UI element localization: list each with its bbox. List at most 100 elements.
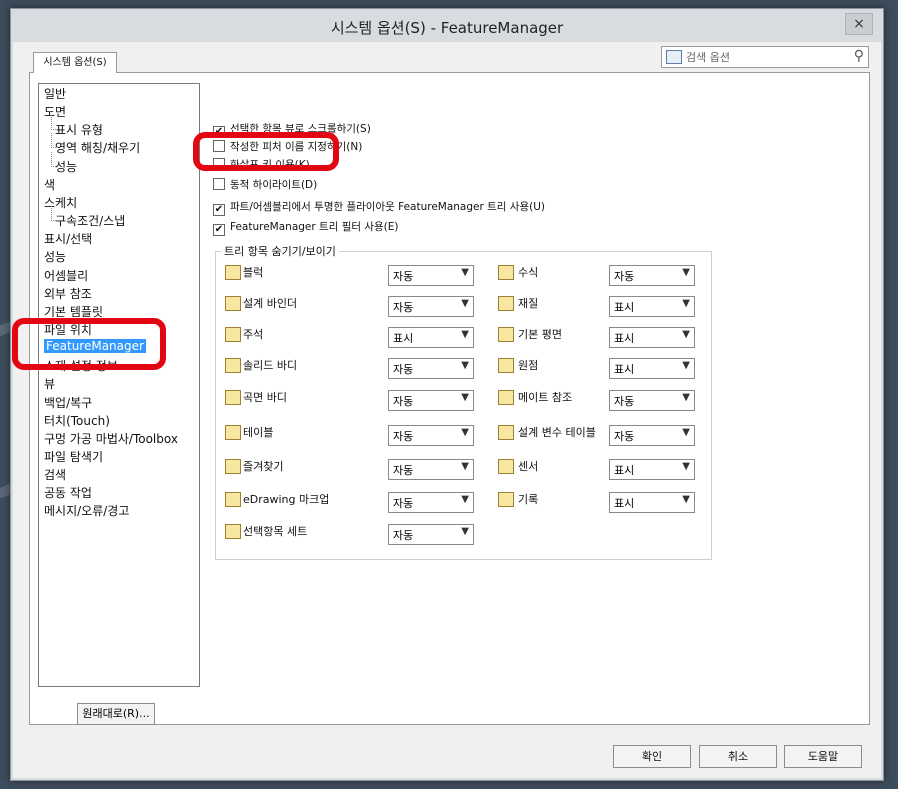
tree-item[interactable]: 공동 작업 bbox=[44, 484, 92, 501]
chevron-down-icon[interactable]: ▼ bbox=[461, 329, 469, 340]
chevron-down-icon[interactable]: ▼ bbox=[682, 329, 690, 340]
tree-item[interactable]: 파일 탐색기 bbox=[44, 448, 103, 465]
origin-icon bbox=[498, 358, 514, 373]
visibility-select[interactable]: 표시 ▼ bbox=[609, 327, 695, 348]
tree-item[interactable]: 성능 bbox=[44, 248, 66, 265]
visibility-select[interactable]: 자동 ▼ bbox=[609, 265, 695, 286]
chevron-down-icon[interactable]: ▼ bbox=[682, 461, 690, 472]
tree-item-type-label: 주석 bbox=[243, 328, 264, 341]
visibility-select[interactable]: 자동 ▼ bbox=[388, 524, 474, 545]
search-placeholder: 검색 옵션 bbox=[686, 51, 730, 64]
select-value: 자동 bbox=[393, 464, 414, 477]
cancel-button[interactable]: 취소 bbox=[699, 745, 777, 768]
chevron-down-icon[interactable]: ▼ bbox=[682, 267, 690, 278]
option-checkbox[interactable]: ✔ 파트/어셈블리에서 투명한 플라이아웃 FeatureManager 트리 사… bbox=[213, 199, 545, 216]
select-value: 표시 bbox=[614, 497, 635, 510]
chevron-down-icon[interactable]: ▼ bbox=[682, 392, 690, 403]
selection-set-icon bbox=[225, 524, 241, 539]
options-tree[interactable]: 일반 도면 표시 유형 영역 해칭/채우기 성능 색 스케치 구속조건/스냅 표시/선택 성능 어셈… bbox=[38, 83, 200, 687]
highlight-featuremanager bbox=[12, 318, 166, 370]
tree-item[interactable]: 외부 참조 bbox=[44, 285, 92, 302]
chevron-down-icon[interactable]: ▼ bbox=[682, 494, 690, 505]
visibility-select[interactable]: 자동 ▼ bbox=[388, 425, 474, 446]
ok-button[interactable]: 확인 bbox=[613, 745, 691, 768]
checkbox-unchecked-icon[interactable] bbox=[213, 178, 225, 190]
select-value: 표시 bbox=[614, 363, 635, 376]
restore-defaults-button[interactable]: 원래대로(R)... bbox=[77, 703, 155, 725]
tree-item[interactable]: 백업/복구 bbox=[44, 394, 92, 411]
tree-item[interactable]: 스케치 bbox=[44, 194, 77, 211]
tree-item[interactable]: 뷰 bbox=[44, 375, 55, 392]
tree-item-type-label: 센서 bbox=[518, 460, 539, 473]
option-label: 파트/어셈블리에서 투명한 플라이아웃 FeatureManager 트리 사용… bbox=[230, 201, 546, 213]
chevron-down-icon[interactable]: ▼ bbox=[461, 298, 469, 309]
tree-item[interactable]: 표시/선택 bbox=[44, 230, 92, 247]
select-value: 자동 bbox=[393, 270, 414, 283]
visibility-select[interactable]: 자동 ▼ bbox=[609, 390, 695, 411]
tree-item[interactable]: 표시 유형 bbox=[51, 115, 103, 138]
visibility-select[interactable]: 자동 ▼ bbox=[388, 390, 474, 411]
chevron-down-icon[interactable]: ▼ bbox=[461, 526, 469, 537]
tree-item[interactable]: 영역 해칭/채우기 bbox=[50, 133, 140, 156]
checkbox-checked-icon[interactable]: ✔ bbox=[213, 224, 225, 236]
option-checkbox[interactable]: ✔ FeatureManager 트리 필터 사용(E) bbox=[213, 219, 399, 236]
chevron-down-icon[interactable]: ▼ bbox=[682, 360, 690, 371]
tree-item[interactable]: 구속조건/스냅 bbox=[50, 206, 125, 229]
option-label: FeatureManager 트리 필터 사용(E) bbox=[230, 221, 399, 233]
option-checkbox[interactable]: 동적 하이라이트(D) bbox=[213, 177, 317, 192]
tree-item[interactable]: 일반 bbox=[44, 85, 66, 102]
select-value: 표시 bbox=[393, 332, 414, 345]
edrawing-markup-icon bbox=[225, 492, 241, 507]
options-list-icon bbox=[666, 50, 682, 64]
chevron-down-icon[interactable]: ▼ bbox=[461, 392, 469, 403]
tree-item[interactable]: 터치(Touch) bbox=[44, 412, 110, 429]
help-button[interactable]: 도움말 bbox=[784, 745, 862, 768]
tree-item-type-label: eDrawing 마크업 bbox=[243, 493, 330, 506]
tree-item-type-label: 설계 바인더 bbox=[243, 297, 298, 310]
solid-body-icon bbox=[225, 358, 241, 373]
plane-icon bbox=[498, 327, 514, 342]
select-value: 자동 bbox=[614, 270, 635, 283]
visibility-select[interactable]: 표시 ▼ bbox=[388, 327, 474, 348]
visibility-select[interactable]: 표시 ▼ bbox=[609, 459, 695, 480]
chevron-down-icon[interactable]: ▼ bbox=[682, 427, 690, 438]
chevron-down-icon[interactable]: ▼ bbox=[461, 360, 469, 371]
design-binder-icon bbox=[225, 296, 241, 311]
visibility-select[interactable]: 자동 ▼ bbox=[388, 492, 474, 513]
chevron-down-icon[interactable]: ▼ bbox=[461, 267, 469, 278]
table-icon bbox=[225, 425, 241, 440]
tree-item[interactable]: 색 bbox=[44, 176, 55, 193]
favorites-icon bbox=[225, 459, 241, 474]
checkbox-checked-icon[interactable]: ✔ bbox=[213, 204, 225, 216]
highlight-dynamic-highlight bbox=[193, 132, 339, 171]
tab-system-options[interactable]: 시스템 옵션(S) bbox=[33, 52, 117, 73]
visibility-select[interactable]: 자동 ▼ bbox=[388, 265, 474, 286]
magnifier-icon[interactable]: ⚲ bbox=[854, 48, 864, 64]
chevron-down-icon[interactable]: ▼ bbox=[461, 494, 469, 505]
visibility-select[interactable]: 표시 ▼ bbox=[609, 296, 695, 317]
tree-item[interactable]: 메시지/오류/경고 bbox=[44, 502, 129, 519]
tree-item-type-label: 메이트 참조 bbox=[518, 391, 573, 404]
tree-item[interactable]: 성능 bbox=[50, 151, 77, 175]
chevron-down-icon[interactable]: ▼ bbox=[682, 298, 690, 309]
visibility-select[interactable]: 자동 ▼ bbox=[609, 425, 695, 446]
visibility-select[interactable]: 표시 ▼ bbox=[609, 492, 695, 513]
tree-item[interactable]: 구멍 가공 마법사/Toolbox bbox=[44, 430, 178, 447]
visibility-select[interactable]: 자동 ▼ bbox=[388, 459, 474, 480]
history-icon bbox=[498, 492, 514, 507]
tree-item[interactable]: 어셈블리 bbox=[44, 267, 88, 284]
visibility-select[interactable]: 표시 ▼ bbox=[609, 358, 695, 379]
search-input[interactable]: 검색 옵션 ⚲ bbox=[661, 46, 869, 68]
visibility-select[interactable]: 자동 ▼ bbox=[388, 358, 474, 379]
chevron-down-icon[interactable]: ▼ bbox=[461, 427, 469, 438]
visibility-select[interactable]: 자동 ▼ bbox=[388, 296, 474, 317]
chevron-down-icon[interactable]: ▼ bbox=[461, 461, 469, 472]
close-icon[interactable]: × bbox=[845, 13, 873, 35]
equation-icon bbox=[498, 265, 514, 280]
material-icon bbox=[498, 296, 514, 311]
select-value: 자동 bbox=[393, 363, 414, 376]
select-value: 자동 bbox=[393, 529, 414, 542]
tree-item-type-label: 수식 bbox=[518, 266, 539, 279]
tree-item[interactable]: 검색 bbox=[44, 466, 66, 483]
option-label: 동적 하이라이트(D) bbox=[230, 179, 318, 191]
